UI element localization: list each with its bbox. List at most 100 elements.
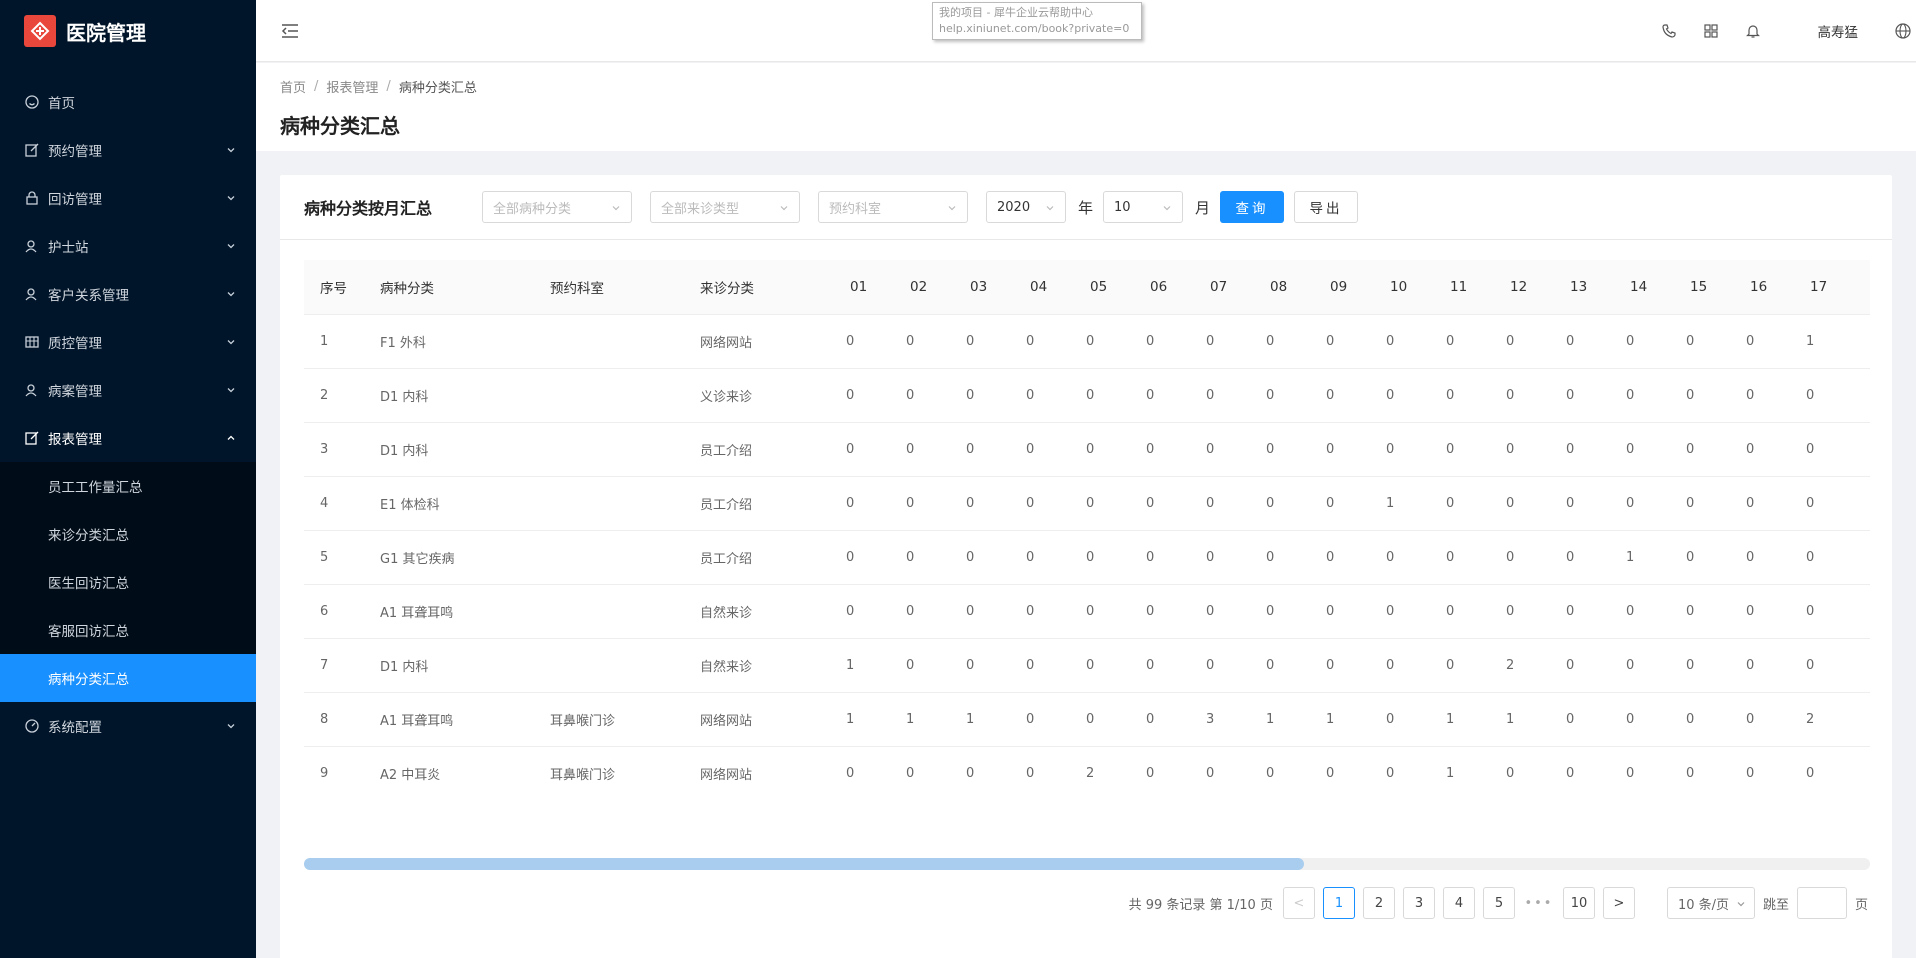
year-select[interactable]: 2020 [986, 191, 1066, 223]
app-logo[interactable]: 医院管理 [0, 0, 256, 62]
query-button[interactable]: 查询 [1220, 191, 1285, 223]
page-button-1[interactable]: 1 [1322, 887, 1355, 919]
horizontal-scrollbar[interactable] [304, 858, 1870, 870]
submenu-item-doctor-followup[interactable]: 医生回访汇总 [0, 558, 256, 606]
globe-icon[interactable] [1894, 22, 1912, 40]
disease-cell: D1 内科 [364, 638, 534, 693]
table-row[interactable]: 2 D1 内科 义诊来诊 0 0 0 0 0 0 0 0 0 0 0 0 0 0 0 0 0 [304, 368, 1870, 423]
day-count-cell: 0 [1014, 746, 1074, 800]
menu-item-nurse-station[interactable]: 护士站 [0, 222, 256, 270]
day-count-cell: 0 [1134, 476, 1194, 531]
chevron-down-icon [227, 388, 235, 393]
phone-icon[interactable] [1660, 22, 1678, 40]
table-row[interactable]: 4 E1 体检科 员工介绍 0 0 0 0 0 0 0 0 0 1 0 0 0 0 0 0 0 [304, 476, 1870, 531]
scrollbar-thumb[interactable] [304, 858, 1304, 870]
visit-type-select[interactable]: 全部来诊类型 [650, 191, 800, 223]
breadcrumb-section[interactable]: 报表管理 [326, 77, 378, 96]
table-icon [24, 334, 40, 350]
prev-page-button[interactable]: < [1282, 887, 1315, 919]
day-count-cell: 0 [1074, 368, 1134, 423]
day-count-cell: 0 [1794, 530, 1870, 585]
table-row[interactable]: 8 A1 耳聋耳鸣 耳鼻喉门诊 网络网站 1 1 1 0 0 0 3 1 1 0 1 1 0 0 0 0 2 [304, 692, 1870, 747]
day-count-cell: 0 [1194, 314, 1254, 369]
day-count-cell: 0 [954, 638, 1014, 693]
bell-icon[interactable] [1744, 22, 1762, 40]
menu-item-home[interactable]: 首页 [0, 78, 256, 126]
day-count-cell: 0 [1674, 692, 1734, 747]
day-count-cell: 0 [1674, 368, 1734, 423]
day-column-header: 16 [1734, 260, 1794, 315]
page-button-5[interactable]: 5 [1482, 887, 1515, 919]
breadcrumb-current: 病种分类汇总 [398, 81, 477, 96]
day-count-cell: 0 [1434, 314, 1494, 369]
day-column-header: 14 [1614, 260, 1674, 315]
day-count-cell: 1 [1434, 746, 1494, 800]
submenu-item-visit-category[interactable]: 来诊分类汇总 [0, 510, 256, 558]
chevron-down-icon [227, 292, 235, 297]
day-count-cell: 0 [894, 746, 954, 800]
menu-item-medical-records[interactable]: 病案管理 [0, 366, 256, 414]
export-button[interactable]: 导出 [1294, 191, 1359, 223]
table-row[interactable]: 7 D1 内科 自然来诊 1 0 0 0 0 0 0 0 0 0 0 2 0 0 0 0 0 [304, 638, 1870, 693]
day-count-cell: 0 [1734, 476, 1794, 531]
disease-cell: E1 体检科 [364, 476, 534, 531]
table-row[interactable]: 5 G1 其它疾病 员工介绍 0 0 0 0 0 0 0 0 0 0 0 0 0 1 0 0 0 [304, 530, 1870, 585]
day-count-cell: 0 [1314, 422, 1374, 477]
dashboard-icon [24, 718, 40, 734]
day-count-cell: 0 [1134, 314, 1194, 369]
header-actions: 高寿猛 [1648, 0, 1916, 62]
menu-item-quality-control[interactable]: 质控管理 [0, 318, 256, 366]
day-count-cell: 0 [1074, 476, 1134, 531]
breadcrumb: 首页 / 报表管理 / 病种分类汇总 [280, 77, 1892, 96]
hospital-logo-icon [24, 15, 56, 47]
user-name[interactable]: 高寿猛 [1818, 21, 1859, 41]
day-count-cell: 0 [1314, 314, 1374, 369]
month-select[interactable]: 10 [1103, 191, 1184, 223]
submenu-item-disease-category[interactable]: 病种分类汇总 [0, 654, 256, 702]
apps-grid-icon[interactable] [1702, 22, 1720, 40]
day-count-cell: 0 [1614, 476, 1674, 531]
menu-item-followup[interactable]: 回访管理 [0, 174, 256, 222]
menu-item-reports[interactable]: 报表管理 [0, 414, 256, 462]
table-row[interactable]: 9 A2 中耳炎 耳鼻喉门诊 网络网站 0 0 0 0 2 0 0 0 0 0 1 0 0 0 0 0 0 [304, 746, 1870, 800]
menu-item-system-config[interactable]: 系统配置 [0, 702, 256, 750]
jump-page-input[interactable] [1796, 887, 1847, 919]
submenu-item-staff-workload[interactable]: 员工工作量汇总 [0, 462, 256, 510]
day-count-cell: 0 [954, 422, 1014, 477]
menu-item-crm[interactable]: 客户关系管理 [0, 270, 256, 318]
breadcrumb-home[interactable]: 首页 [280, 77, 306, 96]
page-button-last[interactable]: 10 [1562, 887, 1595, 919]
day-count-cell: 0 [1134, 368, 1194, 423]
pagination-ellipsis[interactable]: ••• [1523, 896, 1555, 911]
table-row[interactable]: 6 A1 耳聋耳鸣 自然来诊 0 0 0 0 0 0 0 0 0 0 0 0 0 0 0 0 0 [304, 584, 1870, 639]
day-column-header: 04 [1014, 260, 1074, 315]
chevron-down-icon [1046, 206, 1054, 211]
menu-label: 病案管理 [48, 384, 102, 400]
tooltip-line: help.xiniunet.com/book?private=0 [939, 22, 1130, 35]
submenu-item-service-followup[interactable]: 客服回访汇总 [0, 606, 256, 654]
disease-category-select[interactable]: 全部病种分类 [482, 191, 632, 223]
day-count-cell: 0 [1134, 638, 1194, 693]
page-button-4[interactable]: 4 [1442, 887, 1475, 919]
table-row[interactable]: 1 F1 外科 网络网站 0 0 0 0 0 0 0 0 0 0 0 0 0 0 0 0 1 [304, 314, 1870, 369]
table-row[interactable]: 3 D1 内科 员工介绍 0 0 0 0 0 0 0 0 0 0 0 0 0 0 0 0 0 [304, 422, 1870, 477]
day-count-cell: 0 [1254, 584, 1314, 639]
day-count-cell: 0 [1254, 476, 1314, 531]
disease-cell: F1 外科 [364, 314, 534, 369]
next-page-button[interactable]: > [1602, 887, 1635, 919]
department-select[interactable]: 预约科室 [818, 191, 968, 223]
top-header: 我的项目 - 犀牛企业云帮助中心 help.xiniunet.com/book?… [256, 0, 1916, 62]
page-size-select[interactable]: 10 条/页 [1666, 887, 1755, 919]
breadcrumb-separator: / [314, 79, 319, 94]
menu-item-appointment[interactable]: 预约管理 [0, 126, 256, 174]
page-button-3[interactable]: 3 [1402, 887, 1435, 919]
day-count-cell: 0 [894, 638, 954, 693]
day-count-cell: 0 [1134, 422, 1194, 477]
page-button-2[interactable]: 2 [1362, 887, 1395, 919]
day-count-cell: 0 [1734, 314, 1794, 369]
day-count-cell: 0 [1014, 314, 1074, 369]
row-number-cell: 7 [304, 638, 364, 693]
day-count-cell: 0 [1434, 530, 1494, 585]
day-count-cell: 0 [1014, 584, 1074, 639]
menu-fold-icon[interactable] [280, 21, 300, 41]
